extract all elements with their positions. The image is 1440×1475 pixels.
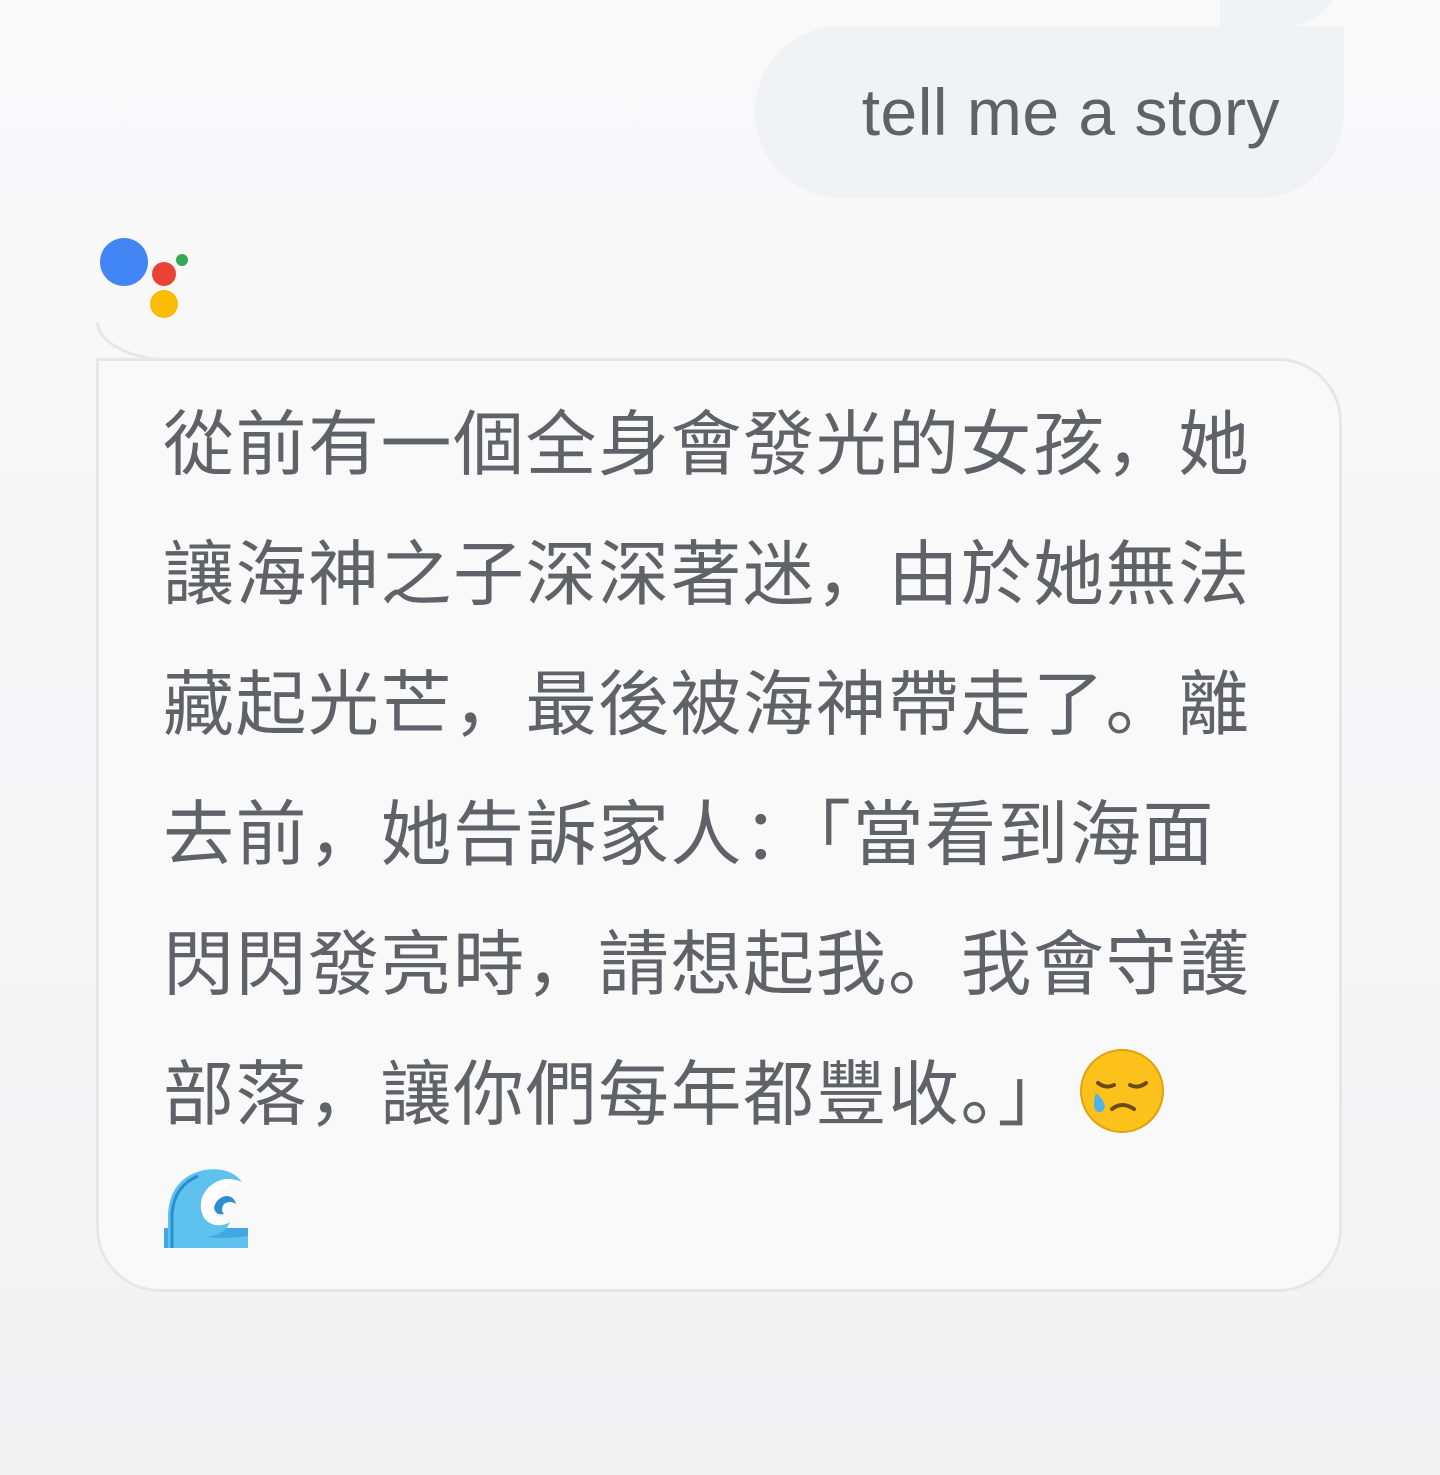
user-query-bubble: tell me a story [755, 26, 1344, 198]
assistant-reply-container: 從前有一個全身會發光的女孩，她讓海神之子深深著迷，由於她無法藏起光芒，最後被海神… [163, 380, 1273, 1176]
logo-red-dot [152, 262, 176, 286]
logo-blue-dot [100, 238, 148, 286]
reply-bubble-tail [96, 322, 176, 362]
water-wave-emoji-icon [164, 1164, 248, 1248]
sad-relieved-face-emoji-icon [1078, 1046, 1166, 1176]
google-assistant-logo-icon [96, 234, 196, 324]
assistant-reply-text: 從前有一個全身會發光的女孩，她讓海神之子深深著迷，由於她無法藏起光芒，最後被海神… [163, 403, 1251, 1136]
previous-message-bubble [1220, 0, 1344, 26]
logo-green-dot [176, 254, 188, 266]
user-query-text: tell me a story [861, 75, 1280, 149]
logo-yellow-dot [150, 290, 178, 318]
